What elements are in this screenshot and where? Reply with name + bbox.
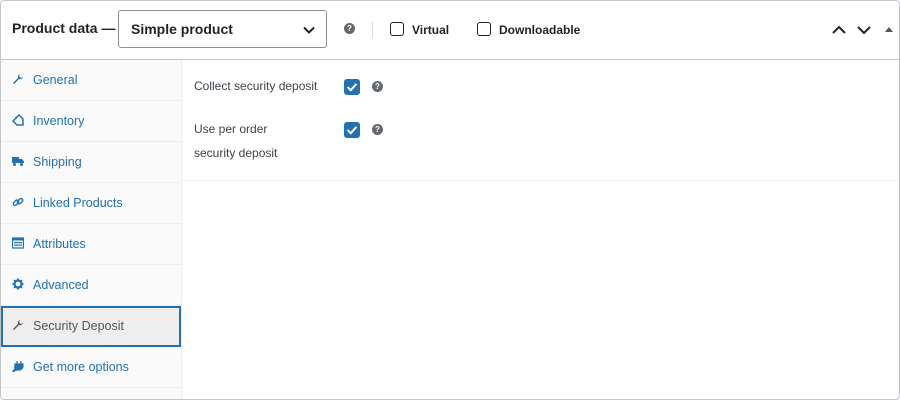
wrench-icon (13, 320, 23, 330)
help-icon[interactable]: ? (372, 81, 383, 92)
wrench-icon (13, 74, 23, 84)
move-up-icon[interactable] (831, 22, 847, 38)
move-down-icon[interactable] (856, 22, 872, 38)
product-data-tabs: General Inventory Shipping Linked Produc… (1, 60, 182, 399)
tab-general[interactable]: General (1, 60, 181, 101)
tab-linked-products[interactable]: Linked Products (1, 183, 181, 224)
help-icon[interactable]: ? (372, 124, 383, 135)
collapse-toggle-icon[interactable] (883, 23, 895, 35)
downloadable-label[interactable]: Downloadable (499, 23, 580, 37)
product-type-select[interactable]: Simple product (118, 10, 327, 48)
tab-label: Advanced (33, 278, 89, 292)
tab-label: General (33, 73, 78, 87)
tab-label: Attributes (33, 237, 86, 251)
virtual-checkbox[interactable] (390, 22, 404, 36)
link-icon (12, 197, 24, 207)
tab-inventory[interactable]: Inventory (1, 101, 181, 142)
downloadable-checkbox[interactable] (477, 22, 491, 36)
security-deposit-panel: Collect security deposit ? Use per order… (182, 60, 899, 181)
checkmark-icon (346, 83, 358, 92)
tab-shipping[interactable]: Shipping (1, 142, 181, 183)
product-type-value: Simple product (131, 21, 233, 37)
header-divider (372, 21, 373, 38)
checkmark-icon (346, 126, 358, 135)
tab-label: Shipping (33, 155, 82, 169)
per-order-deposit-label-line1: Use per order (194, 122, 268, 136)
tab-get-more-options[interactable]: Get more options (1, 347, 181, 388)
tab-attributes[interactable]: Attributes (1, 224, 181, 265)
tab-label: Inventory (33, 114, 85, 128)
tab-advanced[interactable]: Advanced (1, 265, 181, 306)
chevron-down-icon (303, 26, 315, 34)
gear-icon (12, 278, 24, 290)
plugin-icon (12, 361, 24, 372)
collect-security-deposit-checkbox[interactable] (344, 79, 360, 95)
product-data-panel: Product data — Simple product ? Virtual … (0, 0, 900, 400)
collect-security-deposit-label: Collect security deposit (194, 79, 318, 93)
list-icon (12, 237, 24, 249)
help-icon[interactable]: ? (344, 23, 355, 34)
tab-label: Security Deposit (33, 319, 125, 333)
per-order-deposit-checkbox[interactable] (344, 122, 360, 138)
panel-title: Product data — (12, 20, 116, 36)
tab-label: Linked Products (33, 196, 123, 210)
tag-icon (12, 114, 24, 126)
tab-security-deposit[interactable]: Security Deposit (1, 306, 181, 347)
truck-icon (12, 157, 24, 166)
virtual-label[interactable]: Virtual (412, 23, 449, 37)
per-order-deposit-label-line2: security deposit (194, 146, 278, 160)
tab-label: Get more options (33, 360, 129, 374)
panel-header: Product data — Simple product ? Virtual … (1, 1, 899, 60)
